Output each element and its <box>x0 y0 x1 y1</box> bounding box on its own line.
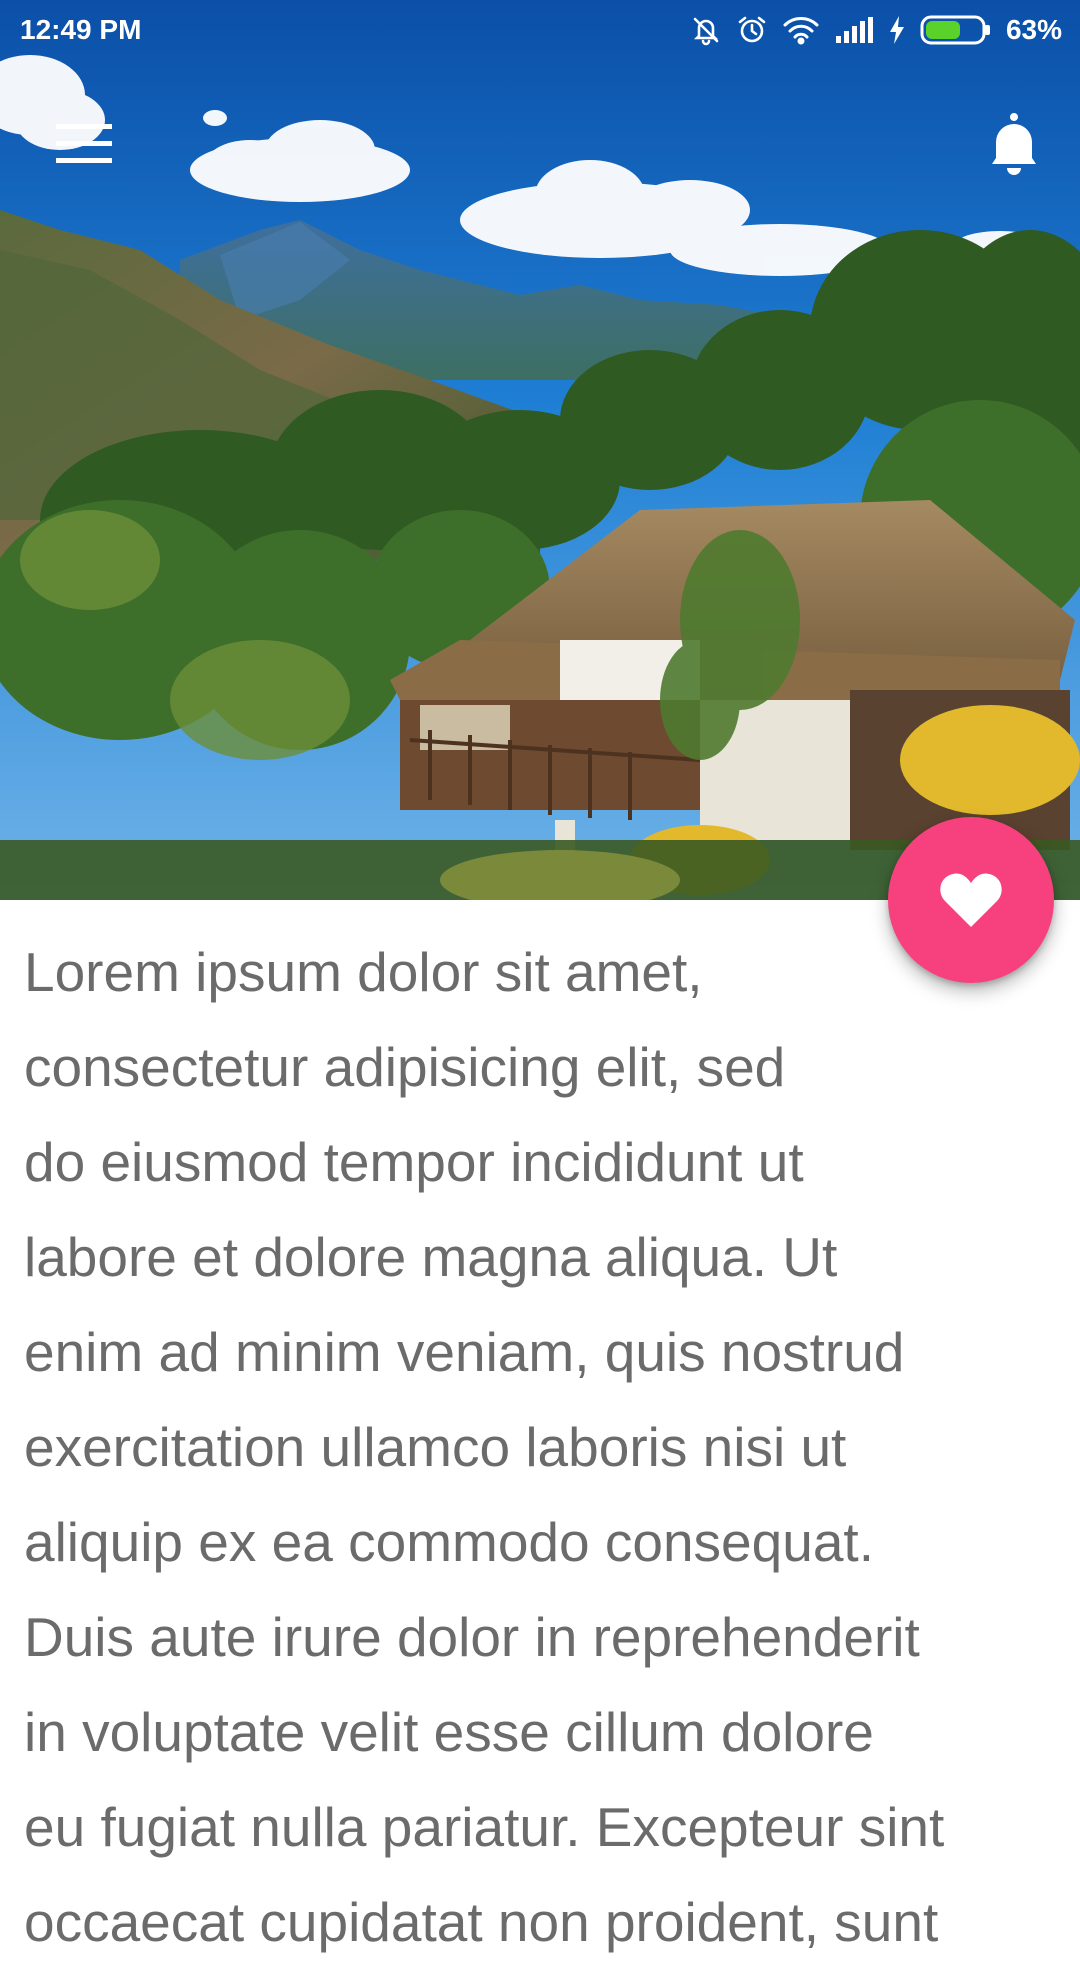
article-line: eu fugiat nulla pariatur. Excepteur sint <box>24 1796 945 1858</box>
article-line: do eiusmod tempor incididunt ut <box>24 1131 804 1193</box>
article-body: Lorem ipsum dolor sit amet, consectetur … <box>24 925 1054 1970</box>
article-line: exercitation ullamco laboris nisi ut <box>24 1416 847 1478</box>
heart-icon <box>940 873 1002 927</box>
article-line: labore et dolore magna aliqua. Ut <box>24 1226 838 1288</box>
bell-icon <box>992 113 1036 175</box>
signal-icon <box>834 16 874 44</box>
article-line: aliquip ex ea commodo consequat. <box>24 1511 874 1573</box>
landscape-illustration <box>0 0 1080 900</box>
article-line: occaecat cupidatat non proident, sunt <box>24 1891 939 1953</box>
article-line: Duis aute irure dolor in reprehenderit <box>24 1606 920 1668</box>
wifi-icon <box>782 15 820 45</box>
article-line: enim ad minim veniam, quis nostrud <box>24 1321 905 1383</box>
article-line: in voluptate velit esse cillum dolore <box>24 1701 874 1763</box>
battery-percent: 63% <box>1005 14 1062 45</box>
article-line: Lorem ipsum dolor sit amet, <box>24 941 703 1003</box>
article-line: consectetur adipisicing elit, sed <box>24 1036 786 1098</box>
status-time: 12:49 PM <box>20 14 142 45</box>
status-icons: 63% <box>676 12 1062 48</box>
header-image <box>0 0 1080 900</box>
menu-button[interactable] <box>38 112 130 176</box>
mute-icon <box>690 14 722 46</box>
battery-gauge <box>920 15 990 45</box>
status-bar: 12:49 PM 63% <box>0 0 1080 60</box>
battery-icon <box>920 14 992 46</box>
hamburger-menu-icon <box>56 124 112 163</box>
charging-icon <box>888 15 906 45</box>
notifications-button[interactable] <box>978 110 1050 182</box>
alarm-icon <box>736 14 768 46</box>
